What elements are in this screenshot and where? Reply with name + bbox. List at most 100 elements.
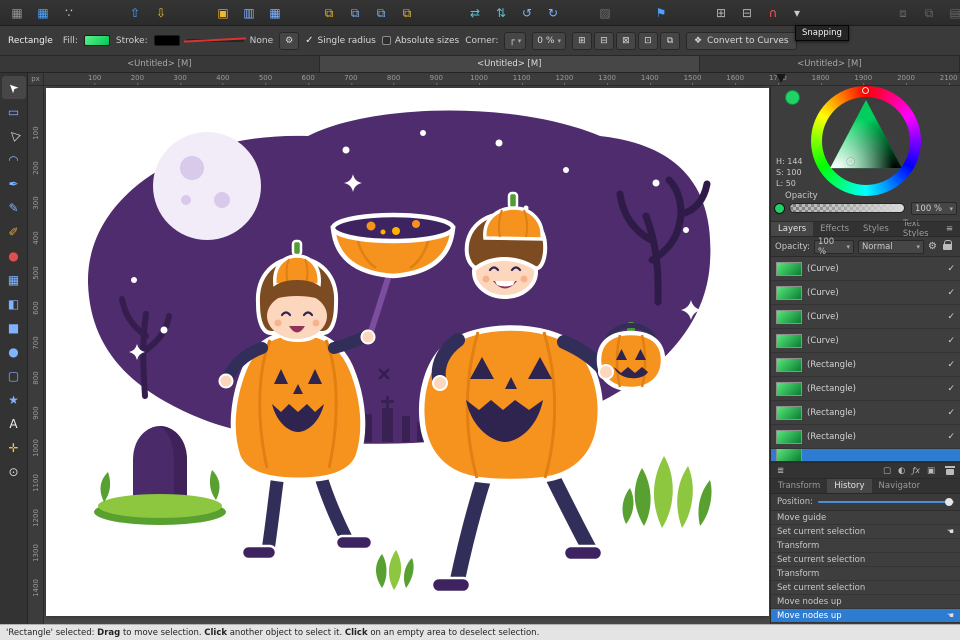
star-tool[interactable]: ★ — [2, 388, 26, 411]
view-tool[interactable]: ✛ — [2, 436, 26, 459]
node-tool[interactable]: ▷ — [2, 124, 26, 147]
opacity-dropdown[interactable]: 100 % ▾ — [911, 202, 957, 215]
single-radius-checkbox[interactable]: ✓ Single radius — [305, 35, 376, 46]
layer-visibility-checkbox[interactable]: ✓ — [947, 408, 955, 418]
ellipse-tool[interactable]: ● — [2, 340, 26, 363]
move-tool[interactable]: ➤ — [1, 76, 26, 99]
context-option-button-1[interactable]: ⊞ — [571, 31, 592, 50]
pixel-persona-button[interactable]: ▦ — [32, 3, 54, 23]
layer-row[interactable]: (Rectangle) ✓ — [771, 353, 960, 377]
layers-opacity-dropdown[interactable]: 100 % ▾ — [813, 237, 854, 257]
context-option-button-4[interactable]: ⊡ — [637, 31, 658, 50]
corner-radius-dropdown[interactable]: 0 % ▾ — [532, 31, 566, 50]
layer-row[interactable]: (Curve) ✓ — [771, 281, 960, 305]
lock-icon[interactable] — [942, 239, 953, 250]
paint-tool[interactable]: ● — [2, 244, 26, 267]
trash-icon[interactable] — [945, 466, 955, 475]
tab-text-styles[interactable]: Text Styles — [896, 219, 939, 239]
tab-layers[interactable]: Layers — [771, 222, 814, 236]
history-item[interactable]: Set current selection — [771, 581, 960, 595]
pixel-align-button[interactable]: ⊟ — [736, 3, 758, 23]
opacity-slider[interactable] — [789, 203, 905, 213]
rotate-ccw-button[interactable]: ↺ — [516, 3, 538, 23]
ruler-vertical[interactable]: 100 200 300 400 500 600 700 800 900 1000 1100 1200 1… — [28, 86, 44, 624]
canvas-pasteboard[interactable] — [44, 86, 770, 624]
zoom-tool[interactable]: ⊙ — [2, 460, 26, 483]
history-position-slider[interactable] — [817, 498, 954, 506]
rounded-rectangle-tool[interactable]: ▢ — [2, 364, 26, 387]
layer-visibility-checkbox[interactable]: ✓ — [947, 288, 955, 298]
history-item[interactable]: Move nodes up ☚ — [771, 609, 960, 623]
saturation-knob[interactable] — [847, 158, 854, 165]
move-to-back-button[interactable]: ⧉ — [396, 3, 418, 23]
rotate-cw-button[interactable]: ↻ — [542, 3, 564, 23]
document-page[interactable] — [46, 88, 769, 616]
panel-toggle-button[interactable]: ▤ — [944, 3, 960, 23]
history-item[interactable]: Set current selection — [771, 553, 960, 567]
move-forward-button[interactable]: ⧉ — [344, 3, 366, 23]
mask-icon[interactable]: ▢ — [883, 466, 891, 476]
grass-small[interactable] — [376, 550, 414, 590]
history-item[interactable]: Transform — [771, 539, 960, 553]
history-item[interactable]: Set current selection ☚ — [771, 525, 960, 539]
tab-history[interactable]: History — [827, 479, 872, 493]
effects-icon[interactable]: ƒx — [912, 466, 920, 475]
move-to-front-button[interactable]: ⧉ — [318, 3, 340, 23]
select-layer-button[interactable]: ▥ — [238, 3, 260, 23]
app-button[interactable]: ▦ — [6, 3, 28, 23]
adjustment-icon[interactable]: ◐ — [898, 466, 905, 476]
insert-top-button[interactable]: ⇧ — [124, 3, 146, 23]
tab-styles[interactable]: Styles — [856, 222, 896, 236]
canvas-artwork[interactable] — [46, 88, 769, 616]
context-option-button-3[interactable]: ⊠ — [615, 31, 636, 50]
history-item[interactable]: Transform — [771, 567, 960, 581]
fill-tool[interactable]: ◧ — [2, 292, 26, 315]
color-wheel[interactable] — [811, 86, 921, 196]
flip-vertical-button[interactable]: ⇅ — [490, 3, 512, 23]
insert-bottom-button[interactable]: ⇩ — [150, 3, 172, 23]
blend-mode-dropdown[interactable]: Normal ▾ — [857, 239, 924, 254]
absolute-sizes-checkbox[interactable]: Absolute sizes — [381, 36, 459, 46]
layer-row[interactable]: (Curve) ✓ — [771, 257, 960, 281]
blend-options-button[interactable]: ⚙ — [928, 241, 937, 252]
document-tab-2[interactable]: <Untitled> [M] — [319, 56, 700, 72]
move-backward-button[interactable]: ⧉ — [370, 3, 392, 23]
layer-row[interactable]: (Rectangle) ✓ — [771, 401, 960, 425]
history-item[interactable]: Move guide — [771, 511, 960, 525]
layer-row[interactable] — [771, 449, 960, 462]
stroke-settings-button[interactable]: ⚙ — [279, 31, 300, 50]
current-color-swatch[interactable] — [785, 90, 800, 105]
gravestone[interactable] — [94, 426, 226, 525]
rectangle-tool[interactable]: ■ — [2, 316, 26, 339]
layers-stack-icon[interactable]: ≣ — [777, 466, 784, 476]
crop-tool[interactable]: ▦ — [2, 268, 26, 291]
layer-row[interactable]: (Curve) ✓ — [771, 329, 960, 353]
moon[interactable] — [153, 132, 261, 240]
layer-visibility-checkbox[interactable]: ✓ — [947, 336, 955, 346]
layer-row[interactable]: (Rectangle) ✓ — [771, 377, 960, 401]
context-option-button-2[interactable]: ⊟ — [593, 31, 614, 50]
text-tool[interactable]: A — [2, 412, 26, 435]
pencil-tool[interactable]: ✎ — [2, 196, 26, 219]
context-option-button-5[interactable]: ⧉ — [659, 31, 680, 50]
tab-transform[interactable]: Transform — [771, 479, 827, 493]
layer-visibility-checkbox[interactable]: ✓ — [947, 312, 955, 322]
corner-tool[interactable]: ◠ — [2, 148, 26, 171]
vector-brush-tool[interactable]: ✐ — [2, 220, 26, 243]
stroke-width-slider[interactable] — [183, 37, 246, 43]
tab-effects[interactable]: Effects — [813, 222, 856, 236]
snapping-menu-button[interactable]: ▾ — [786, 3, 808, 23]
layer-row[interactable]: (Rectangle) ✓ — [771, 425, 960, 449]
layer-visibility-checkbox[interactable]: ✓ — [947, 264, 955, 274]
share-button[interactable]: ∵ — [58, 3, 80, 23]
layer-visibility-checkbox[interactable]: ✓ — [947, 360, 955, 370]
history-item[interactable]: Move nodes up — [771, 595, 960, 609]
layer-row[interactable]: (Curve) ✓ — [771, 305, 960, 329]
hue-knob[interactable] — [862, 87, 869, 94]
panel-menu-button[interactable]: ≡ — [939, 222, 960, 236]
snapping-button[interactable]: ∩ — [762, 3, 784, 23]
artboard-tool[interactable]: ▭ — [2, 100, 26, 123]
flip-horizontal-button[interactable]: ⇄ — [464, 3, 486, 23]
convert-to-curves-button[interactable]: ❖ Convert to Curves — [685, 31, 797, 50]
ruler-horizontal[interactable]: 100 200 300 400 500 600 700 800 900 1000 1100 1200 1… — [44, 73, 960, 86]
